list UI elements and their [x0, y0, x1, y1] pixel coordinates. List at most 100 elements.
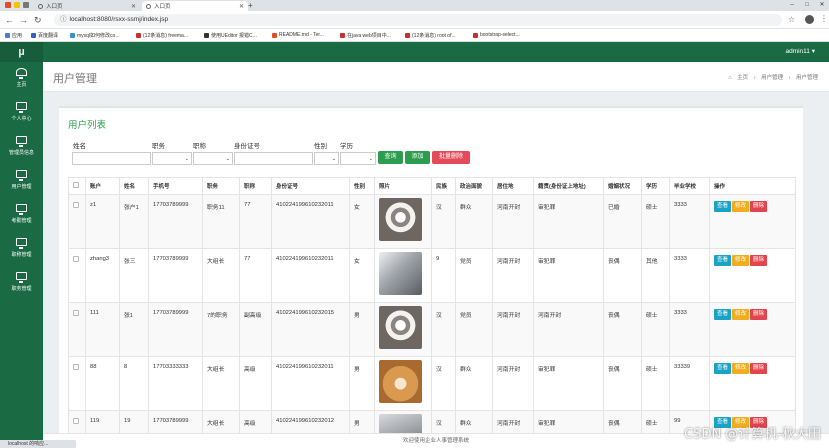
edu-filter-label: 学历 [340, 143, 353, 150]
political-cell: 群众 [455, 356, 493, 411]
delete-button[interactable]: 删除 [750, 309, 768, 320]
user-table: 账户 姓名 手机号 职务 职称 身份证号 性别 照片 民族 政治面貌 居住地 籍… [68, 177, 796, 440]
bookmark-item[interactable]: bootstrap-select... [473, 32, 520, 38]
gender-filter-select[interactable]: ⌄ [314, 152, 339, 165]
col-header: 居住地 [492, 177, 534, 195]
name-cell: 8 [119, 356, 149, 411]
idno-cell: 410224199610232011 [271, 356, 350, 411]
id-filter-input[interactable] [234, 152, 313, 165]
chevron-down-icon: ⌄ [225, 156, 230, 162]
sidebar-item-attendance[interactable]: 考勤管理 [0, 204, 43, 234]
browser-tab-active[interactable]: 入口页 ✕ [142, 1, 248, 11]
bookmark-item[interactable]: mysql如何修改co... [70, 32, 120, 39]
rank-filter-label: 职称 [193, 143, 206, 150]
bookmark-item[interactable]: 使用UEditor 报错C... [204, 32, 257, 39]
back-icon[interactable]: ← [5, 15, 14, 25]
reload-icon[interactable]: ↻ [34, 15, 42, 26]
edit-button[interactable]: 修改 [732, 309, 750, 320]
edu-filter-select[interactable]: ⌄ [340, 152, 376, 165]
name-filter-input[interactable] [72, 152, 151, 165]
info-icon[interactable]: ⓘ [60, 16, 67, 23]
view-button[interactable]: 查看 [714, 255, 732, 266]
row-checkbox[interactable] [73, 202, 79, 208]
col-header: 职称 [239, 177, 272, 195]
bookmark-item[interactable]: README.md - Ter... [272, 32, 324, 38]
view-button[interactable]: 查看 [714, 201, 732, 212]
add-button[interactable]: 添加 [405, 151, 430, 164]
rank-cell: 副高级 [239, 302, 272, 357]
app-logo[interactable]: µ [0, 42, 43, 62]
native-cell: 河南开封 [533, 302, 604, 357]
bookmark-item[interactable]: (12条消息) freema... [136, 32, 188, 39]
select-all-checkbox[interactable] [73, 182, 79, 188]
sidebar-item-admin[interactable]: 管理员信息 [0, 136, 43, 166]
url-host: localhost [69, 16, 96, 23]
sidebar-item-home[interactable]: 主页 [0, 68, 43, 98]
row-checkbox[interactable] [73, 418, 79, 424]
chevron-down-icon: ⌄ [331, 156, 336, 162]
bookmark-item[interactable]: 在java web项目中... [340, 32, 391, 39]
idno-cell: 410224199610232011 [271, 248, 350, 303]
pinned-tab-icon[interactable] [23, 2, 29, 8]
duty-cell: 7的职务 [202, 302, 240, 357]
sidebar-item-users[interactable]: 用户管理 [0, 170, 43, 200]
close-icon[interactable]: ✕ [131, 3, 136, 10]
bookmark-item[interactable]: 百度翻译 [31, 32, 58, 39]
table-row: zhang3 张三 17703789999 大组长 77 41022419961… [68, 248, 796, 303]
user-photo [379, 252, 422, 295]
duty-filter-label: 职务 [152, 143, 165, 150]
sidebar-item-duties[interactable]: 职务管理 [0, 272, 43, 302]
school-cell: 3333 [669, 194, 710, 249]
col-header: 账户 [85, 177, 120, 195]
delete-button[interactable]: 删除 [750, 363, 768, 374]
row-checkbox[interactable] [73, 256, 79, 262]
breadcrumb-home[interactable]: 主页 [737, 75, 748, 81]
sidebar-item-label: 用户管理 [11, 184, 32, 190]
main-content: 用户管理 ⌂ 主页 › 用户管理 › 用户管理 用户列表 姓名 职务 职称 身份… [43, 62, 829, 440]
breadcrumb-item[interactable]: 用户管理 [761, 75, 783, 81]
maximize-icon[interactable]: □ [800, 0, 814, 11]
actions-cell: 查看 修改 删除 [709, 356, 796, 411]
delete-button[interactable]: 删除 [750, 201, 768, 212]
pinned-tab-icon[interactable] [5, 2, 11, 8]
duty-filter-select[interactable]: ⌄ [152, 152, 192, 165]
sidebar-item-label: 管理员信息 [8, 150, 34, 156]
row-checkbox[interactable] [73, 364, 79, 370]
bookmark-item[interactable]: (12条消息) root of... [405, 32, 456, 39]
native-cell: 审犯罪 [533, 356, 604, 411]
view-button[interactable]: 查看 [714, 309, 732, 320]
star-icon[interactable]: ☆ [788, 15, 795, 24]
browser-tab[interactable]: 入口页 ✕ [34, 1, 140, 11]
sidebar-item-label: 职务管理 [11, 286, 32, 292]
idno-cell: 410224199610232015 [271, 302, 350, 357]
close-window-icon[interactable]: ✕ [815, 0, 829, 11]
forward-icon[interactable]: → [19, 15, 28, 25]
page-icon [70, 33, 75, 38]
close-icon[interactable]: ✕ [239, 3, 244, 10]
edit-button[interactable]: 修改 [732, 201, 750, 212]
view-button[interactable]: 查看 [714, 363, 732, 374]
page-title: 用户管理 [53, 73, 97, 85]
gender-cell: 女 [349, 248, 375, 303]
new-tab-icon[interactable]: + [248, 1, 253, 10]
sidebar: µ 主页 个人中心 管理员信息 用户管理 考勤管理 职称管理 职务管理 [0, 42, 43, 440]
batch-delete-button[interactable]: 批量删除 [432, 151, 470, 164]
profile-icon[interactable] [805, 15, 814, 24]
search-button[interactable]: 查询 [378, 151, 403, 164]
row-checkbox[interactable] [73, 310, 79, 316]
native-cell: 审犯罪 [533, 248, 604, 303]
address-bar[interactable]: ⓘ localhost:8080/rsxx-ssmj/index.jsp [54, 14, 782, 26]
sidebar-item-profile[interactable]: 个人中心 [0, 102, 43, 132]
minimize-icon[interactable]: – [785, 0, 799, 11]
edit-button[interactable]: 修改 [732, 255, 750, 266]
bookmark-apps[interactable]: 应用 [5, 32, 22, 39]
pinned-tab-icon[interactable] [14, 2, 20, 8]
delete-button[interactable]: 删除 [750, 255, 768, 266]
more-icon[interactable]: ⋮ [820, 14, 828, 23]
photo-cell [374, 302, 432, 357]
edit-button[interactable]: 修改 [732, 363, 750, 374]
sidebar-item-titles[interactable]: 职称管理 [0, 238, 43, 268]
rank-cell: 77 [239, 194, 272, 249]
rank-filter-select[interactable]: ⌄ [193, 152, 233, 165]
user-menu[interactable]: admin11 ▾ [785, 47, 815, 55]
